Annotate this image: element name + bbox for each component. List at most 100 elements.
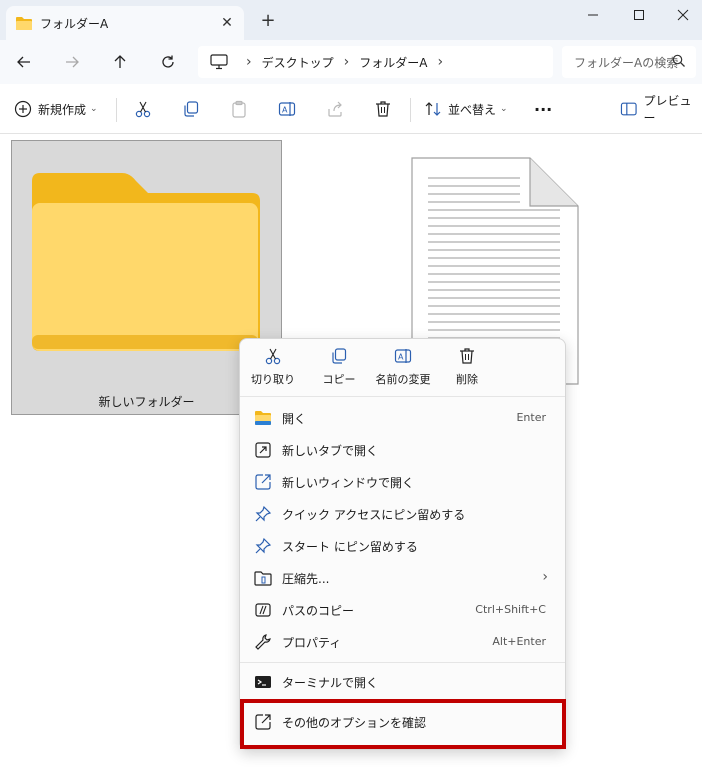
back-button[interactable] xyxy=(10,48,38,76)
svg-text:A: A xyxy=(282,106,288,115)
breadcrumb-desktop[interactable]: デスクトップ xyxy=(262,54,334,71)
menu-item-open-terminal[interactable]: ターミナルで開く xyxy=(246,667,560,697)
folder-icon xyxy=(16,17,32,30)
menu-item-label: 新しいウィンドウで開く xyxy=(282,476,415,490)
cut-action-label: 切り取り xyxy=(251,373,295,386)
search-icon xyxy=(672,54,685,67)
title-bar: フォルダーA ✕ + xyxy=(0,0,702,40)
monitor-icon xyxy=(210,54,228,70)
delete-action[interactable]: 削除 xyxy=(434,347,500,393)
breadcrumb-folder-a[interactable]: フォルダーA xyxy=(359,54,427,71)
sort-button[interactable]: 並べ替え ⌄ xyxy=(424,96,508,122)
chevron-down-icon: ⌄ xyxy=(500,104,508,114)
share-button[interactable] xyxy=(326,96,344,122)
delete-button[interactable] xyxy=(374,96,392,122)
pin-icon xyxy=(255,537,272,554)
arrow-up-icon xyxy=(114,55,126,68)
close-tab-icon[interactable]: ✕ xyxy=(218,14,236,32)
menu-item-shortcut: Alt+Enter xyxy=(492,635,546,648)
minimize-button[interactable] xyxy=(570,2,616,28)
preview-button[interactable]: プレビュー xyxy=(620,94,702,125)
path-icon xyxy=(255,603,271,617)
maximize-button[interactable] xyxy=(616,2,662,28)
chevron-down-icon: ⌄ xyxy=(90,104,98,114)
menu-item-label: クイック アクセスにピン留めする xyxy=(282,508,466,522)
rename-action[interactable]: A 名前の変更 xyxy=(370,347,436,393)
delete-action-label: 削除 xyxy=(456,373,478,386)
menu-item-compress[interactable]: 圧縮先... › xyxy=(246,563,560,593)
command-bar: 新規作成 ⌄ A 並べ替え ⌄ ··· プレビュー xyxy=(0,84,702,134)
menu-item-label: 圧縮先... xyxy=(282,572,330,586)
arrow-left-icon xyxy=(17,56,30,68)
menu-item-label: 新しいタブで開く xyxy=(282,444,379,458)
copy-icon xyxy=(184,101,199,117)
rename-action-label: 名前の変更 xyxy=(375,373,431,386)
scissors-icon xyxy=(265,348,281,365)
preview-button-label: プレビュー xyxy=(643,94,692,125)
paste-button[interactable] xyxy=(230,96,248,122)
new-tab-button[interactable]: + xyxy=(258,10,278,31)
trash-icon xyxy=(376,101,390,117)
menu-item-label: ターミナルで開く xyxy=(282,676,379,690)
menu-item-label: 開く xyxy=(282,412,307,426)
new-window-icon xyxy=(255,474,271,490)
scissors-icon xyxy=(135,101,151,118)
zip-icon xyxy=(254,571,272,586)
menu-item-copy-path[interactable]: パスのコピー Ctrl+Shift+C xyxy=(246,595,560,625)
up-button[interactable] xyxy=(106,48,134,76)
cut-button[interactable] xyxy=(134,96,152,122)
context-menu: 切り取り コピー A 名前の変更 削除 開く Enter 新しいタブで開く 新し… xyxy=(239,338,566,750)
highlight-box xyxy=(240,699,566,749)
preview-pane-icon xyxy=(620,102,637,116)
search-placeholder: フォルダーAの検索 xyxy=(574,55,679,70)
tab-label: フォルダーA xyxy=(40,16,109,31)
share-icon xyxy=(328,101,342,117)
menu-item-shortcut: Ctrl+Shift+C xyxy=(475,603,546,616)
sort-button-label: 並べ替え xyxy=(448,102,497,117)
sort-icon xyxy=(425,102,441,116)
terminal-icon xyxy=(255,676,271,688)
menu-item-open-new-window[interactable]: 新しいウィンドウで開く xyxy=(246,467,560,497)
rename-icon: A xyxy=(394,349,412,363)
chevron-right-icon: › xyxy=(542,569,548,585)
plus-circle-icon xyxy=(14,100,32,118)
menu-item-open-new-tab[interactable]: 新しいタブで開く xyxy=(246,435,560,465)
address-bar[interactable]: › デスクトップ › フォルダーA › xyxy=(198,46,553,78)
copy-action[interactable]: コピー xyxy=(306,347,372,393)
svg-text:A: A xyxy=(398,353,404,362)
menu-item-open[interactable]: 開く Enter xyxy=(246,403,560,433)
toolbar-divider xyxy=(410,98,411,122)
trash-icon xyxy=(460,348,474,364)
clipboard-icon xyxy=(232,100,246,118)
more-button[interactable]: ··· xyxy=(534,96,552,122)
forward-button[interactable] xyxy=(58,48,86,76)
menu-item-pin-start[interactable]: スタート にピン留めする xyxy=(246,531,560,561)
search-input[interactable]: フォルダーAの検索 xyxy=(562,46,696,78)
minimize-icon xyxy=(588,14,598,16)
refresh-button[interactable] xyxy=(154,48,182,76)
menu-item-label: プロパティ xyxy=(282,636,342,650)
menu-divider xyxy=(240,662,565,663)
close-window-button[interactable] xyxy=(660,2,702,28)
new-button-label: 新規作成 xyxy=(38,102,87,117)
copy-icon xyxy=(332,348,347,364)
menu-item-properties[interactable]: プロパティ Alt+Enter xyxy=(246,627,560,657)
tab-folder-a[interactable]: フォルダーA ✕ xyxy=(6,6,244,40)
menu-item-pin-quick-access[interactable]: クイック アクセスにピン留めする xyxy=(246,499,560,529)
cut-action[interactable]: 切り取り xyxy=(240,347,306,393)
wrench-icon xyxy=(255,634,271,650)
large-folder-icon xyxy=(32,173,260,351)
folder-icon xyxy=(255,411,271,425)
close-icon xyxy=(677,9,689,21)
menu-item-shortcut: Enter xyxy=(516,411,546,424)
pin-icon xyxy=(255,505,272,522)
toolbar-divider xyxy=(116,98,117,122)
breadcrumb-separator: › xyxy=(343,54,350,70)
maximize-icon xyxy=(634,10,644,20)
breadcrumb-separator[interactable]: › xyxy=(437,54,443,70)
copy-button[interactable] xyxy=(182,96,200,122)
new-button[interactable]: 新規作成 ⌄ xyxy=(14,96,98,122)
arrow-right-icon xyxy=(66,56,79,68)
rename-button[interactable]: A xyxy=(278,96,296,122)
refresh-icon xyxy=(162,55,174,68)
